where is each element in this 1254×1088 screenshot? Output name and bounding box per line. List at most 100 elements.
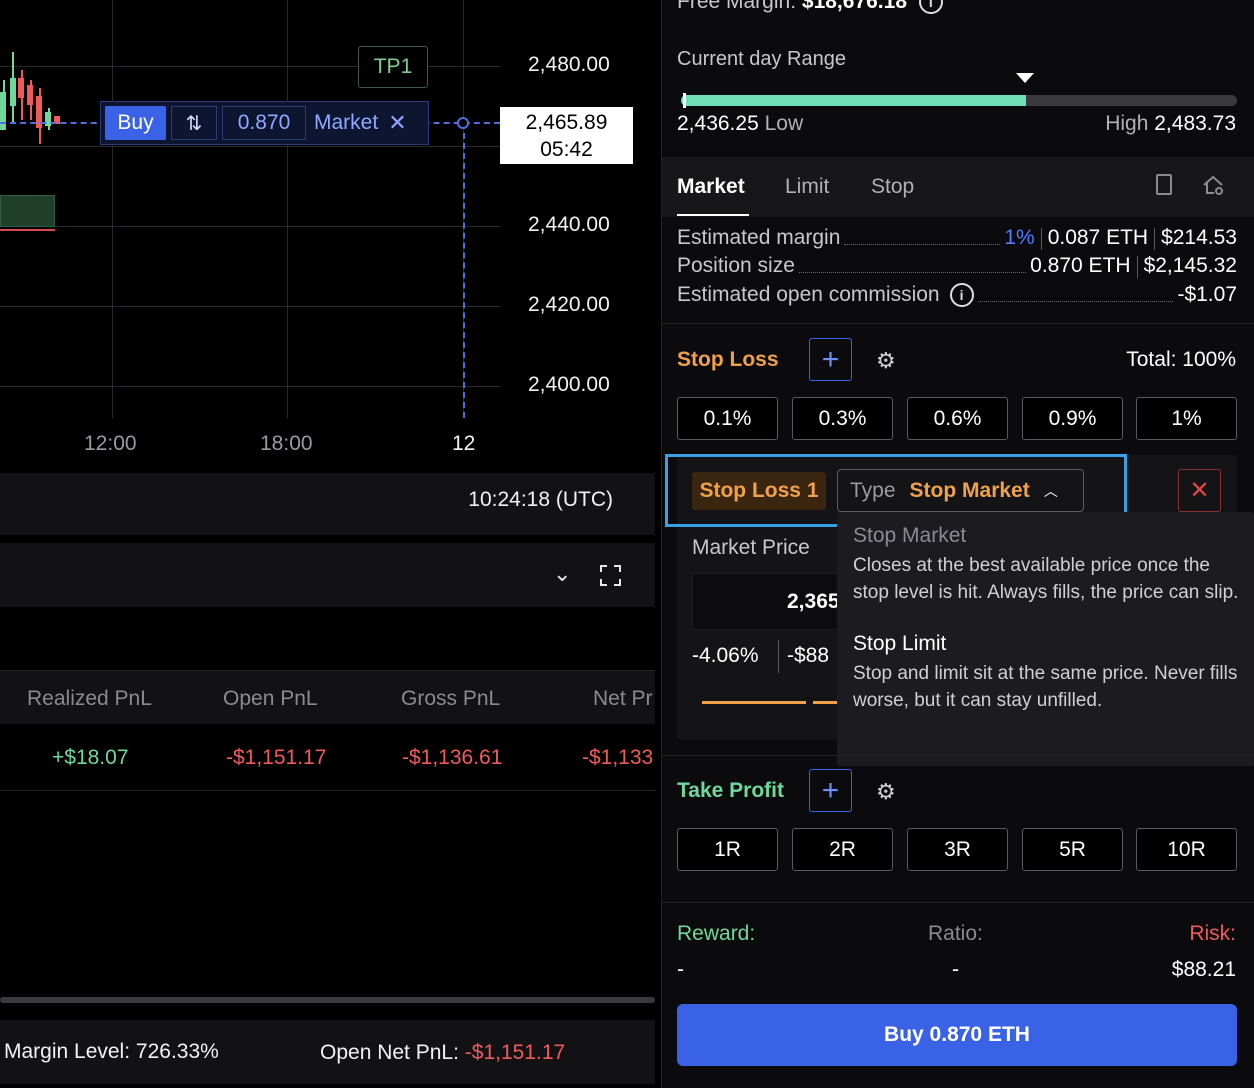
stop-loss-pct: -4.06% (692, 644, 759, 667)
take-profit-preset-button[interactable]: 3R (907, 828, 1008, 871)
option-stop-limit[interactable]: Stop Limit (853, 632, 1245, 656)
column-header[interactable]: Open PnL (223, 687, 318, 711)
submit-buy-button[interactable]: Buy 0.870 ETH (677, 1004, 1237, 1066)
stop-loss-preset-button[interactable]: 0.9% (1022, 397, 1123, 440)
price-axis-label: 2,400.00 (528, 373, 610, 396)
add-stop-loss-button[interactable]: + (809, 338, 852, 381)
take-profit-preset-button[interactable]: 5R (1022, 828, 1123, 871)
candle (27, 85, 33, 105)
crosshair-point (457, 117, 469, 129)
day-range-high: High 2,483.73 (1105, 112, 1236, 136)
price-chart[interactable]: TP1 Buy ⇅ 0.870 Market ✕ 2,480.00 2,465.… (0, 0, 655, 473)
order-type-label: Market (314, 111, 379, 134)
candle-countdown: 05:42 (540, 138, 593, 161)
day-range-title: Current day Range (677, 48, 846, 70)
price-axis-label: 2,480.00 (528, 53, 610, 76)
estimated-margin-label: Estimated margin (677, 226, 841, 249)
order-panel: Free Margin: $18,676.18 i Current day Ra… (661, 0, 1254, 1088)
swap-arrows-icon[interactable]: ⇅ (171, 106, 217, 140)
chevron-down-icon[interactable]: ⌄ (553, 561, 571, 587)
close-icon[interactable]: ✕ (388, 110, 406, 136)
day-range-bar (681, 95, 1237, 106)
commission-value: -$1.07 (1177, 283, 1237, 306)
stop-type-dropdown: Stop Market Closes at the best available… (837, 512, 1254, 766)
gear-icon[interactable]: ⚙ (876, 779, 896, 805)
candle (0, 92, 6, 130)
divider (778, 640, 779, 673)
tab-stop[interactable]: Stop (871, 175, 914, 199)
commission-row: Estimated open commission i -$1.07 (677, 283, 1237, 307)
gear-icon[interactable]: ⚙ (876, 348, 896, 374)
stop-loss-preset-button[interactable]: 0.6% (907, 397, 1008, 440)
stop-loss-title: Stop Loss (677, 348, 779, 371)
reward-label: Reward: (677, 922, 756, 945)
tab-limit[interactable]: Limit (785, 175, 829, 199)
gross-pnl-cell: -$1,136.61 (402, 746, 503, 769)
reward-value: - (677, 958, 684, 981)
free-margin: Free Margin: $18,676.18 i (677, 0, 943, 15)
stop-loss-slider[interactable] (702, 701, 806, 704)
margin-level: Margin Level: 726.33% (4, 1040, 219, 1064)
realized-pnl-cell: +$18.07 (52, 746, 129, 769)
fullscreen-icon[interactable] (600, 565, 621, 586)
grid-line (0, 386, 500, 387)
tab-market[interactable]: Market (677, 175, 745, 199)
horizontal-scrollbar[interactable] (0, 997, 655, 1003)
ratio-label: Ratio: (928, 922, 983, 945)
market-price-label: Market Price (692, 536, 810, 559)
margin-level-label: Margin Level: (4, 1040, 131, 1063)
open-pnl-cell: -$1,151.17 (226, 746, 327, 769)
order-ticket[interactable]: Buy ⇅ 0.870 Market ✕ (100, 101, 429, 145)
day-range-marker-icon (1016, 73, 1034, 83)
price-axis-label: 2,420.00 (528, 293, 610, 316)
net-pnl-cell: -$1,133 (582, 746, 654, 769)
grid-line (0, 226, 500, 227)
stop-loss-line[interactable] (0, 229, 55, 231)
position-zone (0, 195, 55, 227)
position-size-label: Position size (677, 254, 795, 277)
take-profit-preset-button[interactable]: 2R (792, 828, 893, 871)
active-tab-indicator (677, 214, 749, 216)
info-icon[interactable]: i (949, 283, 974, 307)
stop-loss-preset-button[interactable]: 0.3% (792, 397, 893, 440)
estimated-margin-row: Estimated margin 1% 0.087 ETH $214.53 (677, 226, 1237, 250)
table-row[interactable]: +$18.07 -$1,151.17 -$1,136.61 -$1,133 (0, 724, 655, 791)
info-icon[interactable]: i (918, 0, 943, 15)
add-take-profit-button[interactable]: + (809, 769, 852, 812)
take-profit-marker[interactable]: TP1 (358, 46, 428, 88)
price-axis-label: 2,440.00 (528, 213, 610, 236)
day-range-start-tick (683, 93, 686, 108)
day-range-high-value: 2,483.73 (1154, 112, 1236, 135)
leverage-pct[interactable]: 1% (1004, 226, 1034, 250)
option-description: Closes at the best available price once … (853, 555, 1239, 603)
column-header[interactable]: Net Pr (593, 687, 653, 711)
current-price-marker: 2,465.89 05:42 (500, 107, 633, 164)
grid-line (0, 146, 500, 147)
day-range-high-label: High (1105, 112, 1149, 135)
time-axis-label: 12 (452, 432, 476, 455)
stop-loss-preset-button[interactable]: 0.1% (677, 397, 778, 440)
stop-loss-preset-button[interactable]: 1% (1136, 397, 1237, 440)
grid-line (287, 0, 288, 418)
order-quantity[interactable]: 0.870 (222, 106, 306, 140)
option-stop-market[interactable]: Stop Market (853, 524, 1245, 548)
account-status-bar: Margin Level: 726.33% Open Net PnL: -$1,… (0, 1020, 655, 1084)
grid-line (0, 306, 500, 307)
option-description: Stop and limit sit at the same price. Ne… (853, 663, 1238, 711)
clipboard-icon[interactable] (1156, 174, 1172, 195)
positions-table-header: Realized PnL Open PnL Gross PnL Net Pr (0, 670, 655, 724)
day-range-low: 2,436.25 Low (677, 112, 803, 136)
open-net-pnl: Open Net PnL: -$1,151.17 (320, 1041, 565, 1065)
column-header[interactable]: Gross PnL (401, 687, 500, 711)
divider (662, 902, 1254, 903)
risk-label: Risk: (1189, 922, 1236, 945)
home-settings-icon[interactable] (1202, 174, 1224, 196)
column-header[interactable]: Realized PnL (27, 687, 152, 711)
delete-stop-loss-button[interactable]: ✕ (1178, 469, 1221, 512)
commission-label: Estimated open commission (677, 283, 940, 306)
open-net-pnl-value: -$1,151.17 (464, 1041, 566, 1064)
order-side-button[interactable]: Buy (105, 106, 166, 140)
take-profit-preset-button[interactable]: 1R (677, 828, 778, 871)
take-profit-preset-button[interactable]: 10R (1136, 828, 1237, 871)
grid-line (112, 0, 113, 418)
